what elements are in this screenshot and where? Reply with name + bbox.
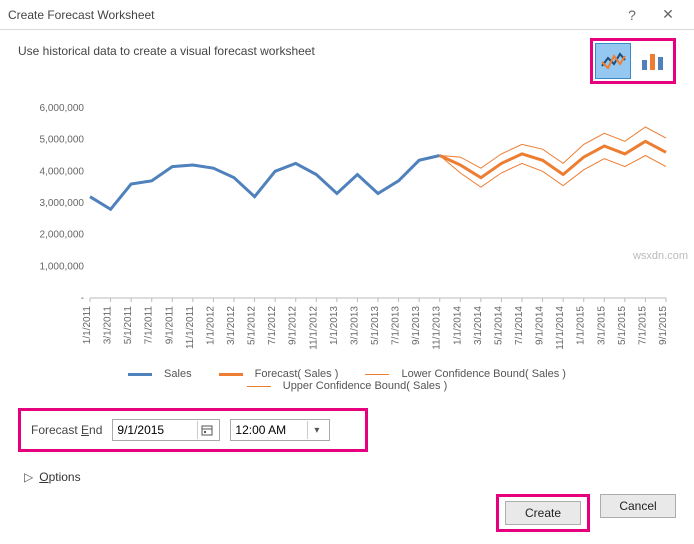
svg-text:7/1/2014: 7/1/2014 bbox=[514, 306, 525, 345]
svg-text:11/1/2012: 11/1/2012 bbox=[308, 306, 319, 350]
svg-text:1/1/2014: 1/1/2014 bbox=[452, 306, 463, 345]
forecast-end-time-value: 12:00 AM bbox=[235, 423, 286, 437]
dialog-title: Create Forecast Worksheet bbox=[8, 8, 614, 22]
svg-text:3/1/2015: 3/1/2015 bbox=[596, 306, 607, 345]
svg-text:9/1/2014: 9/1/2014 bbox=[535, 306, 546, 345]
svg-text:5/1/2011: 5/1/2011 bbox=[123, 306, 134, 345]
caret-icon: ▷ bbox=[24, 470, 33, 484]
watermark: wsxdn.com bbox=[633, 250, 688, 262]
chart-type-selector bbox=[590, 38, 676, 84]
titlebar: Create Forecast Worksheet ? ✕ bbox=[0, 0, 694, 30]
svg-text:1/1/2015: 1/1/2015 bbox=[576, 306, 587, 345]
legend-upper: Upper Confidence Bound( Sales ) bbox=[241, 380, 453, 392]
svg-text:5,000,000: 5,000,000 bbox=[40, 135, 85, 146]
dialog-content: Use historical data to create a visual f… bbox=[0, 30, 694, 494]
dialog-buttons: Create Cancel bbox=[496, 494, 676, 532]
cancel-button[interactable]: Cancel bbox=[600, 494, 676, 518]
forecast-chart: - 1,000,000 2,000,000 3,000,000 4,000,000 5,0… bbox=[18, 102, 674, 362]
svg-text:3/1/2014: 3/1/2014 bbox=[473, 306, 484, 345]
svg-text:6,000,000: 6,000,000 bbox=[40, 103, 85, 114]
chevron-down-icon[interactable]: ▾ bbox=[307, 421, 325, 439]
line-chart-icon bbox=[600, 50, 626, 72]
legend-lower: Lower Confidence Bound( Sales ) bbox=[359, 368, 571, 380]
forecast-end-time-input[interactable]: 12:00 AM ▾ bbox=[230, 419, 330, 441]
svg-text:3/1/2012: 3/1/2012 bbox=[226, 306, 237, 345]
svg-text:9/1/2013: 9/1/2013 bbox=[411, 306, 422, 345]
create-highlight: Create bbox=[496, 494, 590, 532]
svg-text:7/1/2012: 7/1/2012 bbox=[267, 306, 278, 345]
svg-text:9/1/2012: 9/1/2012 bbox=[288, 306, 299, 345]
svg-text:4,000,000: 4,000,000 bbox=[40, 166, 85, 177]
svg-text:7/1/2015: 7/1/2015 bbox=[637, 306, 648, 345]
svg-text:3,000,000: 3,000,000 bbox=[40, 198, 85, 209]
svg-text:5/1/2015: 5/1/2015 bbox=[617, 306, 628, 345]
close-icon[interactable]: ✕ bbox=[650, 1, 686, 29]
svg-text:-: - bbox=[81, 293, 84, 304]
options-toggle[interactable]: ▷Options bbox=[18, 470, 676, 484]
svg-text:5/1/2012: 5/1/2012 bbox=[247, 306, 258, 345]
svg-text:7/1/2011: 7/1/2011 bbox=[144, 306, 155, 345]
svg-text:1/1/2011: 1/1/2011 bbox=[82, 306, 93, 345]
svg-text:3/1/2013: 3/1/2013 bbox=[349, 306, 360, 345]
forecast-end-date-input[interactable]: 9/1/2015 bbox=[112, 419, 220, 441]
svg-text:7/1/2013: 7/1/2013 bbox=[391, 306, 402, 345]
svg-text:11/1/2011: 11/1/2011 bbox=[185, 306, 196, 349]
svg-text:3/1/2011: 3/1/2011 bbox=[103, 306, 114, 345]
help-icon[interactable]: ? bbox=[614, 1, 650, 29]
svg-text:1,000,000: 1,000,000 bbox=[40, 261, 85, 272]
legend-sales: Sales bbox=[122, 368, 198, 380]
svg-text:1/1/2013: 1/1/2013 bbox=[329, 306, 340, 345]
svg-text:9/1/2011: 9/1/2011 bbox=[164, 306, 175, 345]
subtitle: Use historical data to create a visual f… bbox=[18, 44, 315, 58]
svg-text:1/1/2012: 1/1/2012 bbox=[205, 306, 216, 345]
svg-text:9/1/2015: 9/1/2015 bbox=[658, 306, 669, 345]
svg-text:5/1/2014: 5/1/2014 bbox=[493, 306, 504, 345]
column-chart-button[interactable] bbox=[635, 43, 671, 79]
svg-text:5/1/2013: 5/1/2013 bbox=[370, 306, 381, 345]
calendar-icon[interactable] bbox=[197, 421, 215, 439]
line-chart-button[interactable] bbox=[595, 43, 631, 79]
svg-text:11/1/2014: 11/1/2014 bbox=[555, 306, 566, 350]
svg-text:11/1/2013: 11/1/2013 bbox=[432, 306, 443, 350]
column-chart-icon bbox=[640, 50, 666, 72]
legend: Sales Forecast( Sales ) Lower Confidence… bbox=[18, 368, 676, 392]
legend-forecast: Forecast( Sales ) bbox=[213, 368, 345, 380]
forecast-end-label: Forecast End bbox=[31, 423, 102, 437]
forecast-end-date-value: 9/1/2015 bbox=[117, 423, 164, 437]
forecast-end-row: Forecast End 9/1/2015 12:00 AM ▾ bbox=[18, 408, 368, 452]
svg-text:2,000,000: 2,000,000 bbox=[40, 230, 85, 241]
chart-area: - 1,000,000 2,000,000 3,000,000 4,000,000 5,0… bbox=[18, 102, 676, 362]
create-button[interactable]: Create bbox=[505, 501, 581, 525]
